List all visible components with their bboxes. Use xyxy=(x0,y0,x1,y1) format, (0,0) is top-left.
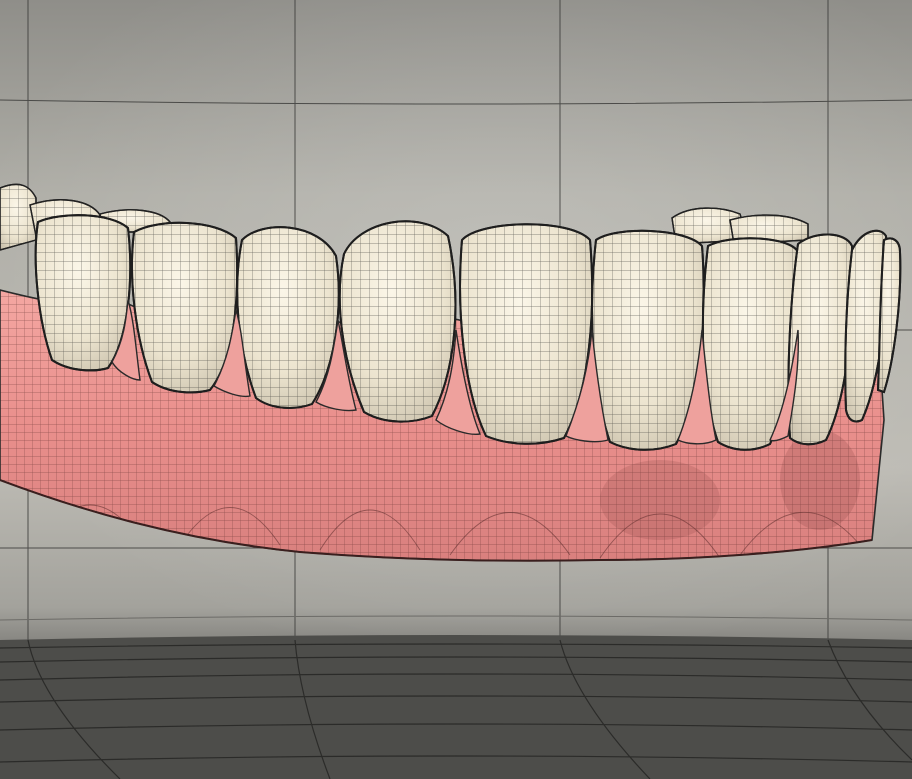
tooth-3 xyxy=(236,226,340,409)
tooth-5 xyxy=(459,223,594,445)
tooth-1 xyxy=(34,214,132,372)
tooth-2 xyxy=(131,221,239,394)
tooth-4 xyxy=(338,220,457,423)
3d-viewport[interactable] xyxy=(0,0,912,779)
